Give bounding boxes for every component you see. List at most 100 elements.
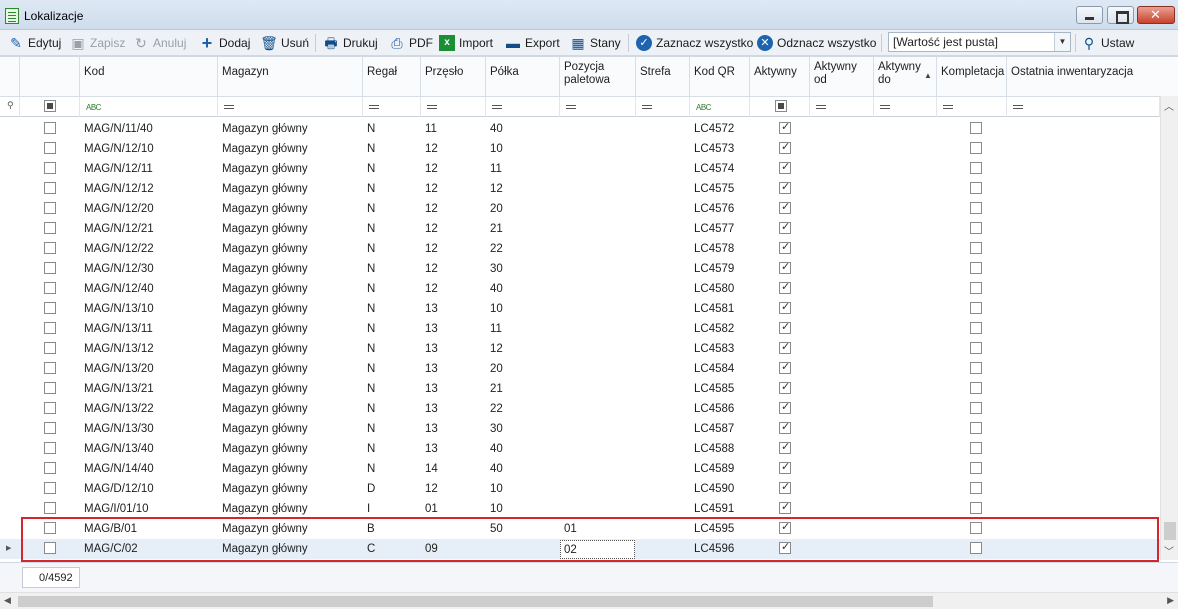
table-row[interactable]: MAG/N/13/11 Magazyn główny N 13 11 LC4582 — [0, 319, 1160, 339]
row-select-checkbox[interactable] — [44, 402, 56, 414]
cell-aktywny[interactable] — [775, 459, 805, 479]
cell-pozycja[interactable] — [560, 359, 636, 379]
cell-magazyn[interactable]: Magazyn główny — [218, 479, 363, 499]
row-select-cell[interactable] — [40, 359, 80, 379]
aktywny-checkbox[interactable] — [779, 300, 791, 314]
cell-kod[interactable]: MAG/I/01/10 — [80, 499, 218, 519]
cell-kompletacja[interactable] — [966, 319, 996, 339]
cell-kodqr[interactable]: LC4577 — [690, 219, 750, 239]
cell-przeslo[interactable]: 13 — [421, 399, 486, 419]
cell-kodqr[interactable]: LC4595 — [690, 519, 750, 539]
kompletacja-checkbox[interactable] — [970, 522, 982, 534]
horizontal-scrollbar[interactable]: ◀ ▶ — [0, 592, 1178, 609]
aktywny-checkbox[interactable] — [779, 500, 791, 514]
cell-przeslo[interactable]: 01 — [421, 499, 486, 519]
filter-kod[interactable]: ABC — [80, 97, 218, 117]
kompletacja-checkbox[interactable] — [970, 342, 982, 354]
aktywny-checkbox[interactable] — [779, 520, 791, 534]
cell-polka[interactable]: 40 — [486, 439, 560, 459]
scroll-thumb[interactable] — [1164, 522, 1176, 540]
row-select-cell[interactable] — [40, 139, 80, 159]
cell-kod[interactable]: MAG/N/12/22 — [80, 239, 218, 259]
cell-aktywny[interactable] — [775, 119, 805, 139]
cell-polka[interactable]: 22 — [486, 399, 560, 419]
cell-magazyn[interactable]: Magazyn główny — [218, 319, 363, 339]
cell-kod[interactable]: MAG/N/13/20 — [80, 359, 218, 379]
filter-kompletacja[interactable] — [937, 97, 1007, 117]
row-select-checkbox[interactable] — [44, 342, 56, 354]
aktywny-checkbox[interactable] — [779, 440, 791, 454]
cell-przeslo[interactable]: 12 — [421, 219, 486, 239]
cell-kodqr[interactable]: LC4584 — [690, 359, 750, 379]
cell-regal[interactable]: N — [363, 459, 421, 479]
cell-kompletacja[interactable] — [966, 299, 996, 319]
cell-przeslo[interactable] — [421, 519, 486, 539]
kompletacja-checkbox[interactable] — [970, 202, 982, 214]
row-select-cell[interactable] — [40, 319, 80, 339]
cell-kompletacja[interactable] — [966, 139, 996, 159]
row-select-cell[interactable] — [40, 439, 80, 459]
aktywny-checkbox[interactable] — [779, 420, 791, 434]
chevron-down-icon[interactable]: ▼ — [1054, 33, 1070, 51]
cell-magazyn[interactable]: Magazyn główny — [218, 439, 363, 459]
cell-kodqr[interactable]: LC4590 — [690, 479, 750, 499]
cell-kod[interactable]: MAG/N/13/22 — [80, 399, 218, 419]
cell-pozycja[interactable] — [560, 239, 636, 259]
header-pozycja[interactable]: Pozycja paletowa — [560, 57, 636, 97]
cell-polka[interactable]: 10 — [486, 299, 560, 319]
filter-aktywny-od[interactable] — [810, 97, 874, 117]
cell-kodqr[interactable]: LC4573 — [690, 139, 750, 159]
cell-kodqr[interactable]: LC4572 — [690, 119, 750, 139]
cell-kodqr[interactable]: LC4588 — [690, 439, 750, 459]
row-select-checkbox[interactable] — [44, 502, 56, 514]
filter-pozycja[interactable] — [560, 97, 636, 117]
deselect-all-button[interactable]: ✕ Odznacz wszystko — [757, 33, 876, 53]
cell-kompletacja[interactable] — [966, 479, 996, 499]
kompletacja-checkbox[interactable] — [970, 402, 982, 414]
filter-aktywny[interactable] — [750, 97, 810, 117]
kompletacja-checkbox[interactable] — [970, 362, 982, 374]
cell-polka[interactable]: 10 — [486, 139, 560, 159]
cell-magazyn[interactable]: Magazyn główny — [218, 119, 363, 139]
cell-kod[interactable]: MAG/N/13/40 — [80, 439, 218, 459]
cell-przeslo[interactable]: 12 — [421, 259, 486, 279]
table-row[interactable]: MAG/N/14/40 Magazyn główny N 14 40 LC4589 — [0, 459, 1160, 479]
cell-pozycja[interactable] — [560, 119, 636, 139]
kompletacja-checkbox[interactable] — [970, 462, 982, 474]
row-select-checkbox[interactable] — [44, 162, 56, 174]
row-select-checkbox[interactable] — [44, 282, 56, 294]
cell-polka[interactable]: 20 — [486, 199, 560, 219]
row-select-checkbox[interactable] — [44, 182, 56, 194]
cell-kodqr[interactable]: LC4596 — [690, 539, 750, 559]
cell-aktywny[interactable] — [775, 539, 805, 559]
cell-przeslo[interactable]: 13 — [421, 439, 486, 459]
cell-kod[interactable]: MAG/N/12/12 — [80, 179, 218, 199]
cell-regal[interactable]: N — [363, 259, 421, 279]
cell-aktywny[interactable] — [775, 239, 805, 259]
cell-regal[interactable]: N — [363, 279, 421, 299]
row-select-cell[interactable] — [40, 299, 80, 319]
cell-regal[interactable]: N — [363, 399, 421, 419]
table-row[interactable]: MAG/I/01/10 Magazyn główny I 01 10 LC4591 — [0, 499, 1160, 519]
aktywny-checkbox[interactable] — [779, 380, 791, 394]
cell-polka[interactable]: 12 — [486, 179, 560, 199]
cell-polka[interactable]: 20 — [486, 359, 560, 379]
kompletacja-checkbox[interactable] — [970, 162, 982, 174]
filter-magazyn[interactable] — [218, 97, 363, 117]
filter-aktywny-do[interactable] — [874, 97, 937, 117]
cell-przeslo[interactable]: 11 — [421, 119, 486, 139]
cell-editor[interactable]: 02 — [560, 540, 635, 559]
table-row[interactable]: MAG/N/11/40 Magazyn główny N 11 40 LC4572 — [0, 119, 1160, 139]
vertical-scrollbar[interactable]: ︿ ﹀ — [1160, 96, 1178, 560]
cell-kompletacja[interactable] — [966, 199, 996, 219]
cell-regal[interactable]: N — [363, 159, 421, 179]
cell-kodqr[interactable]: LC4587 — [690, 419, 750, 439]
kompletacja-checkbox[interactable] — [970, 282, 982, 294]
cell-regal[interactable]: N — [363, 299, 421, 319]
row-select-cell[interactable] — [40, 339, 80, 359]
cell-polka[interactable]: 10 — [486, 479, 560, 499]
cell-regal[interactable]: N — [363, 139, 421, 159]
minimize-button[interactable] — [1076, 6, 1103, 24]
aktywny-checkbox[interactable] — [779, 220, 791, 234]
aktywny-checkbox[interactable] — [779, 480, 791, 494]
